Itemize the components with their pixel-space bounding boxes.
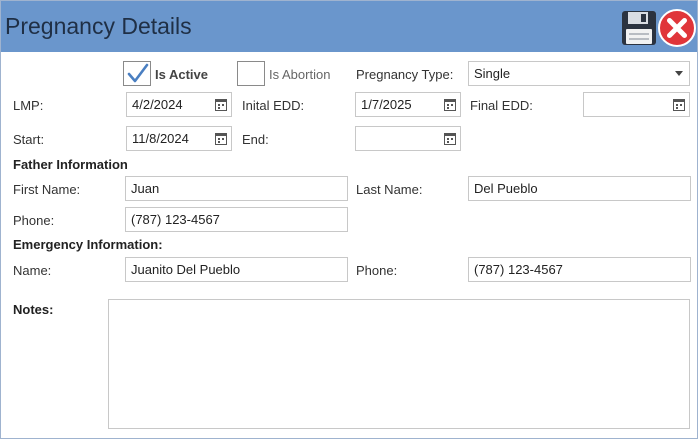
calendar-icon[interactable] — [673, 98, 685, 111]
initial-edd-date-field[interactable]: 1/7/2025 — [355, 92, 461, 117]
start-date-field[interactable]: 11/8/2024 — [126, 126, 232, 151]
notes-textarea[interactable] — [108, 299, 690, 429]
is-active-checkbox[interactable] — [123, 61, 151, 86]
emergency-phone-value: (787) 123-4567 — [474, 262, 563, 277]
father-first-name-label: First Name: — [13, 182, 81, 197]
pregnancy-type-value: Single — [474, 66, 511, 81]
close-button[interactable] — [657, 8, 697, 48]
floppy-disk-icon — [622, 11, 656, 45]
is-abortion-label: Is Abortion — [269, 67, 331, 82]
lmp-date-field[interactable]: 4/2/2024 — [126, 92, 232, 117]
father-last-name-input[interactable]: Del Pueblo — [468, 176, 691, 201]
is-abortion-checkbox[interactable] — [237, 61, 265, 86]
checkmark-icon — [127, 63, 149, 83]
emergency-name-input[interactable]: Juanito Del Pueblo — [125, 257, 348, 282]
emergency-name-value: Juanito Del Pueblo — [131, 262, 241, 277]
father-last-name-value: Del Pueblo — [474, 181, 538, 196]
start-date-value: 11/8/2024 — [132, 131, 189, 146]
final-edd-date-field[interactable] — [583, 92, 690, 117]
final-edd-label: Final EDD: — [470, 98, 533, 113]
initial-edd-label: Inital EDD: — [242, 98, 305, 113]
lmp-label: LMP: — [13, 98, 44, 113]
pregnancy-type-dropdown[interactable]: Single — [468, 61, 690, 86]
emergency-information-heading: Emergency Information: — [13, 237, 163, 252]
chevron-down-icon — [675, 71, 683, 76]
emergency-name-label: Name: — [13, 263, 52, 278]
calendar-icon[interactable] — [444, 132, 456, 145]
emergency-phone-label: Phone: — [356, 263, 398, 278]
is-active-label: Is Active — [155, 67, 208, 82]
save-button[interactable] — [621, 10, 657, 46]
end-date-field[interactable] — [355, 126, 461, 151]
title-bar: Pregnancy Details — [1, 1, 697, 52]
father-first-name-input[interactable]: Juan — [125, 176, 348, 201]
calendar-icon[interactable] — [215, 98, 227, 111]
start-label: Start: — [13, 132, 45, 147]
calendar-icon[interactable] — [444, 98, 456, 111]
initial-edd-date-value: 1/7/2025 — [361, 97, 412, 112]
close-icon — [658, 9, 696, 47]
pregnancy-type-label: Pregnancy Type: — [356, 67, 454, 82]
father-first-name-value: Juan — [131, 181, 160, 196]
father-phone-value: (787) 123-4567 — [131, 212, 220, 227]
emergency-phone-input[interactable]: (787) 123-4567 — [468, 257, 691, 282]
window-title: Pregnancy Details — [5, 13, 192, 39]
father-last-name-label: Last Name: — [356, 182, 423, 197]
father-phone-input[interactable]: (787) 123-4567 — [125, 207, 348, 232]
pregnancy-details-window: Pregnancy Details Is Active Is Abortion — [0, 0, 698, 439]
father-information-heading: Father Information — [13, 157, 128, 172]
calendar-icon[interactable] — [215, 132, 227, 145]
end-label: End: — [242, 132, 269, 147]
lmp-date-value: 4/2/2024 — [132, 97, 183, 112]
notes-label: Notes: — [13, 302, 54, 317]
father-phone-label: Phone: — [13, 213, 55, 228]
